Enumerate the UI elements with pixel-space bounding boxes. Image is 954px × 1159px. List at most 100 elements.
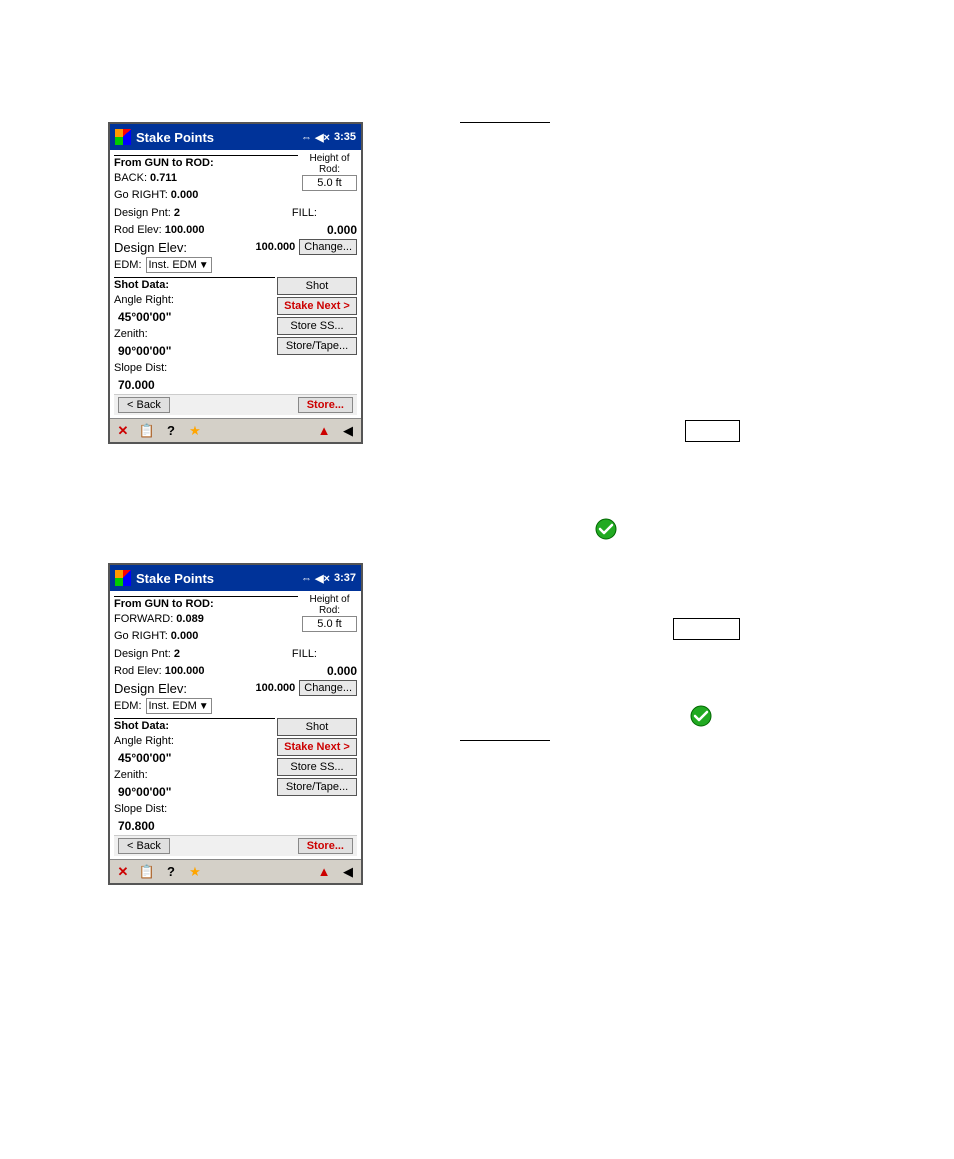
rod-elev-label-2: Rod Elev: [114,665,162,677]
copy-icon-1[interactable]: 📋 [138,422,156,440]
from-gun-header-2: From GUN to ROD: [114,596,298,610]
hor-label1-2: Height of [309,594,349,605]
star-icon-1[interactable]: ★ [186,422,204,440]
close-icon-2[interactable]: ✕ [114,863,132,881]
height-of-rod-section-1: Height of Rod: [302,153,357,191]
stake-next-button-2[interactable]: Stake Next > [277,738,357,756]
store-button-2[interactable]: Store... [298,838,353,854]
annotation-line-top [460,122,550,123]
zenith-value-row-2: 90°00'00" [114,784,275,800]
shot-data-header-2: Shot Data: [114,718,275,732]
angle-right-value-2: 45°00'00" [118,751,171,765]
angle-right-value-row-1: 45°00'00" [114,309,275,325]
copy-icon-2[interactable]: 📋 [138,863,156,881]
window-title-2: Stake Points [136,571,301,586]
goright-row-2: Go RIGHT: 0.000 [114,628,298,644]
star-icon-2[interactable]: ★ [186,863,204,881]
action-buttons-2: Shot Stake Next > Store SS... Store/Tape… [277,716,357,835]
change-button-2[interactable]: Change... [299,680,357,696]
goright-row-1: Go RIGHT: 0.000 [114,187,298,203]
slope-dist-value-2: 70.800 [118,819,155,833]
design-fill-row-2: Design Pnt: 2 FILL: [114,646,357,662]
back-row-1: BACK: 0.711 [114,170,298,186]
help-icon-2[interactable]: ? [162,863,180,881]
scroll-icon-1[interactable]: ◀ [339,422,357,440]
from-gun-section-1: From GUN to ROD: BACK: 0.711 Go RIGHT: 0… [114,153,357,204]
change-button-1[interactable]: Change... [299,239,357,255]
title-bar-2: Stake Points ⇔ ◀× 3:37 [110,565,361,591]
slope-dist-label-row-2: Slope Dist: [114,801,275,817]
from-gun-left-1: From GUN to ROD: BACK: 0.711 Go RIGHT: 0… [114,153,298,204]
design-elev-label-1: Design Elev: [114,240,187,255]
zenith-label-row-2: Zenith: [114,767,275,783]
hor-input-2[interactable] [302,616,357,632]
edm-value-2: Inst. EDM [149,700,197,712]
back-label-1: BACK: [114,172,147,184]
forward-row-2: FORWARD: 0.089 [114,611,298,627]
green-check-icon-1 [595,518,617,543]
store-tape-button-2[interactable]: Store/Tape... [277,778,357,796]
triangle-icon-2[interactable]: ▲ [315,863,333,881]
zenith-label-1: Zenith: [114,328,148,340]
taskbar-1: ✕ 📋 ? ★ ▲ ◀ [110,418,361,442]
bottom-bar-2: < Back Store... [114,835,357,856]
design-pnt-label-1: Design Pnt: [114,207,171,219]
design-pnt-value-2: 2 [174,648,180,660]
zenith-label-row-1: Zenith: [114,326,275,342]
edm-select-1[interactable]: Inst. EDM ▼ [146,257,212,273]
goright-label-2: Go RIGHT: [114,630,168,642]
zenith-value-2: 90°00'00" [118,785,171,799]
annotation-line-bottom [460,740,550,741]
close-icon-1[interactable]: ✕ [114,422,132,440]
slope-dist-label-row-1: Slope Dist: [114,360,275,376]
edm-row-1: EDM: Inst. EDM ▼ [114,257,357,273]
design-elev-value-1: 100.000 [256,241,296,253]
store-ss-button-1[interactable]: Store SS... [277,317,357,335]
goright-label-1: Go RIGHT: [114,189,168,201]
slope-dist-label-2: Slope Dist: [114,803,167,815]
from-gun-header-1: From GUN to ROD: [114,155,298,169]
window-2: Stake Points ⇔ ◀× 3:37 From GUN to ROD: … [108,563,363,885]
windows-logo-icon [115,129,131,145]
window-1: Stake Points ⇔ ◀× 3:35 From GUN to ROD: … [108,122,363,444]
zenith-label-2: Zenith: [114,769,148,781]
device-content-2: From GUN to ROD: FORWARD: 0.089 Go RIGHT… [110,591,361,859]
help-icon-1[interactable]: ? [162,422,180,440]
rod-elev-value-1: 100.000 [165,224,205,236]
design-elev-value-2: 100.000 [256,682,296,694]
store-tape-button-1[interactable]: Store/Tape... [277,337,357,355]
fill-value-1: 0.000 [327,223,357,237]
hor-input-1[interactable] [302,175,357,191]
back-button-2[interactable]: < Back [118,838,170,854]
device-content-1: From GUN to ROD: BACK: 0.711 Go RIGHT: 0… [110,150,361,418]
design-pnt-label-2: Design Pnt: [114,648,171,660]
shot-button-2[interactable]: Shot [277,718,357,736]
store-ss-button-2[interactable]: Store SS... [277,758,357,776]
back-button-1[interactable]: < Back [118,397,170,413]
angle-right-value-row-2: 45°00'00" [114,750,275,766]
shot-button-1[interactable]: Shot [277,277,357,295]
slope-dist-label-1: Slope Dist: [114,362,167,374]
slope-dist-value-row-1: 70.000 [114,377,275,393]
height-of-rod-section-2: Height of Rod: [302,594,357,632]
slope-dist-value-1: 70.000 [118,378,155,392]
action-buttons-1: Shot Stake Next > Store SS... Store/Tape… [277,275,357,394]
angle-right-label-2: Angle Right: [114,735,174,747]
title-icons-2: ⇔ ◀× 3:37 [301,572,356,585]
store-button-1[interactable]: Store... [298,397,353,413]
rod-elev-value-2: 100.000 [165,665,205,677]
back-value-1: 0.711 [150,172,177,184]
annotation-box-2 [673,618,740,640]
title-icons-1: ⇔ ◀× 3:35 [301,131,356,144]
zenith-value-row-1: 90°00'00" [114,343,275,359]
edm-select-2[interactable]: Inst. EDM ▼ [146,698,212,714]
stake-next-button-1[interactable]: Stake Next > [277,297,357,315]
angle-right-value-1: 45°00'00" [118,310,171,324]
shot-data-header-1: Shot Data: [114,277,275,291]
shot-data-col-2: Shot Data: Angle Right: 45°00'00" Zenith… [114,716,275,835]
edm-value-1: Inst. EDM [149,259,197,271]
forward-label-2: FORWARD: [114,613,173,625]
hor-label1-1: Height of [309,153,349,164]
triangle-icon-1[interactable]: ▲ [315,422,333,440]
scroll-icon-2[interactable]: ◀ [339,863,357,881]
